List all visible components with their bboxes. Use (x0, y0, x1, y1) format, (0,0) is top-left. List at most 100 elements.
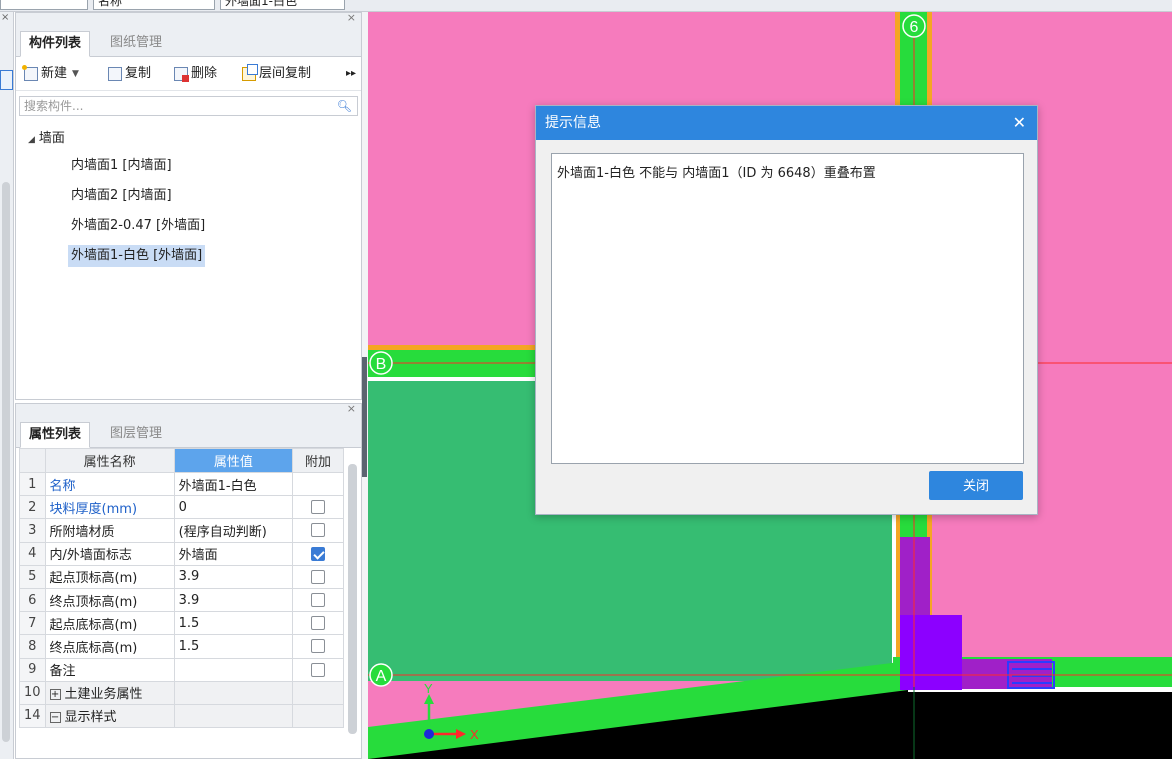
panel-close-icon[interactable]: × (347, 11, 356, 24)
new-label: 新建 (41, 66, 68, 81)
extra-cell[interactable] (292, 587, 344, 613)
extra-checkbox[interactable] (311, 500, 326, 515)
extra-cell[interactable] (292, 634, 344, 659)
search-input[interactable]: 搜索构件... 🔍︎ (19, 96, 358, 116)
property-scrollbar[interactable] (348, 464, 357, 734)
purple-column (900, 537, 930, 617)
delete-button[interactable]: 删除 (174, 64, 217, 84)
property-group-label: 土建业务属性 (64, 687, 143, 703)
search-icon[interactable]: 🔍︎ (337, 97, 352, 115)
property-grid: 属性名称 属性值 附加 1 名称 外墙面1-白色 2 块料厚度(mm) 0 3 所附墙材质 (程… (19, 448, 344, 729)
left-scrollbar[interactable] (2, 182, 10, 742)
tree-root-wall-surface[interactable]: ◢ 墙面 (28, 129, 65, 149)
extra-checkbox[interactable] (311, 546, 326, 561)
property-name: 内/外墙面标志 (44, 541, 175, 566)
tree-root-label: 墙面 (38, 131, 65, 146)
property-name: 备注 (44, 657, 175, 682)
property-row[interactable]: 4 内/外墙面标志 外墙面 (19, 541, 344, 566)
axis-label-b: B (376, 356, 387, 373)
extra-checkbox[interactable] (311, 639, 326, 654)
property-name: 名称 (44, 471, 175, 497)
extra-checkbox[interactable] (311, 523, 326, 538)
top-field-3[interactable]: 外墙面1-白色 (220, 0, 345, 10)
info-dialog: 提示信息 ✕ 外墙面1-白色 不能与 内墙面1（ID 为 6648）重叠布置 关… (535, 105, 1038, 515)
property-row[interactable]: 9 备注 (19, 657, 344, 682)
splitter-grip[interactable] (362, 357, 367, 477)
extra-checkbox[interactable] (311, 662, 326, 677)
property-row[interactable]: 6 终点顶标高(m) 3.9 (19, 587, 344, 613)
extra-checkbox[interactable] (311, 616, 326, 631)
property-row[interactable]: 7 起点底标高(m) 1.5 (19, 611, 344, 636)
collapse-triangle-icon[interactable]: ◢ (28, 135, 35, 145)
property-value[interactable]: 外墙面1-白色 (173, 471, 294, 497)
copy-icon (108, 67, 122, 81)
left-dock-strip: × (0, 12, 14, 759)
property-value[interactable]: 1.5 (173, 634, 294, 659)
property-group-row[interactable]: 14− 显示样式 (19, 703, 344, 729)
property-value[interactable]: 3.9 (173, 564, 294, 589)
extra-header: 附加 (292, 448, 344, 473)
delete-icon (174, 67, 189, 82)
property-value[interactable]: 1.5 (173, 611, 294, 636)
close-icon[interactable]: × (1, 12, 9, 24)
copy-button[interactable]: 复制 (108, 64, 151, 84)
extra-cell[interactable] (292, 541, 344, 566)
property-value[interactable]: 0 (173, 495, 294, 520)
property-value[interactable] (173, 657, 294, 682)
row-number: 4 (19, 541, 46, 566)
row-number: 8 (19, 634, 46, 659)
panel-header: × (16, 402, 361, 418)
expand-toggle-icon[interactable]: − (49, 712, 61, 724)
tab-component-list[interactable]: 构件列表 (20, 31, 91, 57)
extra-cell[interactable] (292, 564, 344, 589)
component-list-panel: × 构件列表 图纸管理 新建 ▼ 复制 删除 层间复制 ▸▸ 搜索构件... 🔍… (15, 11, 362, 400)
dock-tool-icon[interactable] (0, 70, 13, 90)
toolbar-overflow-icon[interactable]: ▸▸ (346, 64, 356, 84)
x-axis-label: X (470, 727, 479, 742)
search-placeholder: 搜索构件... (24, 99, 84, 113)
tab-layer-management[interactable]: 图层管理 (102, 422, 170, 448)
row-number-header (19, 448, 46, 473)
property-name: 终点顶标高(m) (44, 587, 175, 613)
tree-item[interactable]: 内墙面1 [内墙面] (68, 155, 175, 177)
property-row[interactable]: 5 起点顶标高(m) 3.9 (19, 564, 344, 589)
floor-copy-button[interactable]: 层间复制 (242, 64, 311, 84)
property-group-name[interactable]: − 显示样式 (44, 703, 175, 729)
property-group-name[interactable]: + 土建业务属性 (44, 680, 175, 705)
property-row[interactable]: 2 块料厚度(mm) 0 (19, 495, 344, 520)
dialog-close-icon[interactable]: ✕ (1013, 106, 1026, 140)
extra-cell[interactable] (292, 495, 344, 520)
top-field-2[interactable]: 名称 (93, 0, 215, 10)
row-number: 7 (19, 611, 46, 636)
extra-checkbox[interactable] (311, 569, 326, 584)
property-group-label: 显示样式 (64, 710, 117, 726)
axis-label-6: 6 (910, 19, 919, 36)
tab-property-list[interactable]: 属性列表 (20, 422, 91, 448)
property-group-row[interactable]: 10 + 土建业务属性 (19, 680, 344, 705)
property-value[interactable]: (程序自动判断) (173, 518, 294, 543)
extra-cell[interactable] (292, 518, 344, 543)
tab-drawing-management[interactable]: 图纸管理 (102, 31, 170, 57)
panel-close-icon[interactable]: × (347, 402, 356, 415)
property-value[interactable]: 3.9 (173, 587, 294, 613)
extra-cell[interactable] (292, 657, 344, 682)
tree-item-selected[interactable]: 外墙面1-白色 [外墙面] (68, 245, 206, 267)
property-row[interactable]: 3 所附墙材质 (程序自动判断) (19, 518, 344, 543)
top-field-1[interactable] (0, 0, 88, 10)
extra-cell[interactable] (292, 611, 344, 636)
property-value (173, 680, 294, 705)
property-value[interactable]: 外墙面 (173, 541, 294, 566)
tree-item[interactable]: 内墙面2 [内墙面] (68, 185, 175, 207)
extra-checkbox[interactable] (311, 593, 326, 608)
axis-label-a: A (376, 668, 387, 685)
property-row[interactable]: 1 名称 外墙面1-白色 (19, 471, 344, 497)
tree-item[interactable]: 外墙面2-0.47 [外墙面] (68, 215, 208, 237)
close-button[interactable]: 关闭 (929, 471, 1023, 500)
property-row[interactable]: 8 终点底标高(m) 1.5 (19, 634, 344, 659)
extra-cell[interactable] (292, 471, 344, 497)
new-button[interactable]: 新建 ▼ (22, 64, 79, 84)
copy-label: 复制 (125, 66, 152, 81)
expand-toggle-icon[interactable]: + (49, 689, 61, 701)
floor-copy-label: 层间复制 (259, 66, 312, 81)
y-axis-label: Y (424, 681, 433, 696)
